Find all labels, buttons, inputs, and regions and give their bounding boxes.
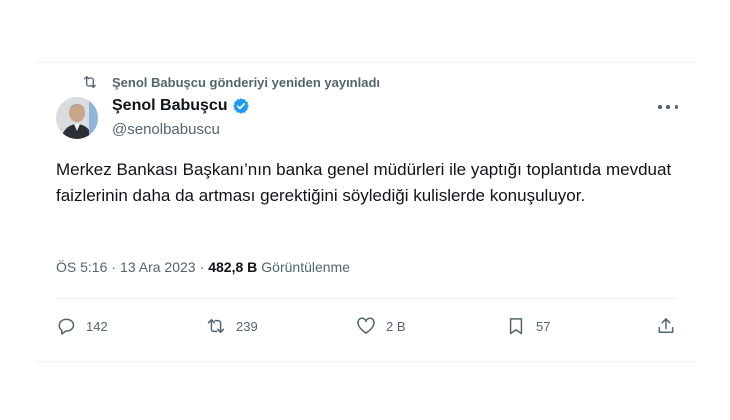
views-count: 482,8 B — [208, 259, 258, 275]
author-name-row[interactable]: Şenol Babuşcu — [112, 97, 250, 115]
tweet-text: Merkez Bankası Başkanı’nın banka genel m… — [56, 160, 672, 205]
divider — [56, 298, 676, 299]
tweet-time[interactable]: ÖS 5:16 — [56, 259, 107, 275]
action-bar: 142 239 2 B 57 — [56, 311, 676, 341]
share-button[interactable] — [656, 316, 676, 336]
bookmark-button[interactable]: 57 — [506, 316, 566, 336]
reply-button[interactable]: 142 — [56, 316, 116, 336]
share-icon — [658, 318, 674, 333]
repost-label: Şenol Babuşcu gönderiyi yeniden yayınlad… — [112, 74, 381, 90]
bookmark-count: 57 — [536, 318, 551, 334]
more-options-icon[interactable] — [658, 101, 678, 113]
repost-icon — [207, 319, 225, 333]
repost-count: 239 — [236, 318, 258, 334]
avatar[interactable] — [56, 97, 98, 139]
repost-indicator[interactable]: Şenol Babuşcu gönderiyi yeniden yayınlad… — [82, 74, 380, 90]
tweet-meta: ÖS 5:16 · 13 Ara 2023 · 482,8 B Görüntül… — [56, 259, 350, 275]
like-button[interactable]: 2 B — [356, 316, 416, 336]
reply-icon — [58, 318, 75, 335]
verified-badge-icon — [232, 98, 249, 114]
repost-icon — [84, 76, 96, 88]
author-name[interactable]: Şenol Babuşcu — [112, 97, 228, 115]
tweet-card[interactable]: Şenol Babuşcu gönderiyi yeniden yayınlad… — [36, 62, 696, 362]
meta-separator: · — [199, 259, 205, 275]
dot — [666, 105, 670, 109]
author-handle[interactable]: @senolbabuscu — [112, 121, 220, 138]
tweet-date[interactable]: 13 Ara 2023 — [120, 259, 196, 275]
like-count: 2 B — [386, 318, 406, 334]
dot — [674, 105, 678, 109]
like-icon — [357, 317, 375, 334]
views-label: Görüntülenme — [261, 259, 350, 275]
avatar-photo — [56, 97, 98, 139]
repost-button[interactable]: 239 — [206, 316, 266, 336]
reply-count: 142 — [86, 318, 108, 334]
meta-separator: · — [111, 259, 117, 275]
bookmark-icon — [509, 318, 523, 335]
dot — [658, 105, 662, 109]
